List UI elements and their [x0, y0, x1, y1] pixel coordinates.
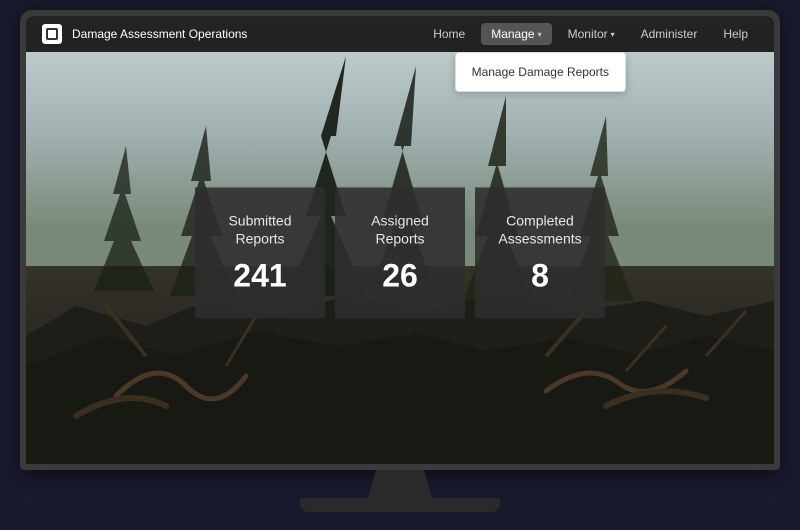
nav-help[interactable]: Help	[713, 23, 758, 45]
monitor-neck	[360, 470, 440, 498]
monitor-base	[300, 498, 500, 512]
app-title: Damage Assessment Operations	[72, 27, 423, 41]
navbar: Damage Assessment Operations Home Manage…	[26, 16, 774, 52]
manage-chevron-icon: ▾	[538, 30, 542, 39]
nav-manage[interactable]: Manage ▾	[481, 23, 551, 45]
monitor-chevron-icon: ▾	[611, 30, 615, 39]
logo-icon	[46, 28, 58, 40]
assigned-reports-label: Assigned Reports	[351, 211, 449, 247]
nav-links: Home Manage ▾ Monitor ▾ Administer Help	[423, 23, 758, 45]
submitted-reports-card: Submitted Reports 241	[195, 187, 325, 318]
monitor-frame: Damage Assessment Operations Home Manage…	[20, 10, 780, 470]
manage-dropdown: Manage Damage Reports	[455, 52, 626, 92]
assigned-reports-card: Assigned Reports 26	[335, 187, 465, 318]
assigned-reports-value: 26	[351, 258, 449, 295]
stats-container: Submitted Reports 241 Assigned Reports 2…	[195, 187, 605, 318]
completed-assessments-label: Completed Assessments	[491, 211, 589, 247]
completed-assessments-value: 8	[491, 258, 589, 295]
submitted-reports-value: 241	[211, 258, 309, 295]
completed-assessments-card: Completed Assessments 8	[475, 187, 605, 318]
screen: Damage Assessment Operations Home Manage…	[26, 16, 774, 464]
nav-monitor[interactable]: Monitor ▾	[558, 23, 625, 45]
nav-administer[interactable]: Administer	[631, 23, 708, 45]
app-logo	[42, 24, 62, 44]
manage-damage-reports-item[interactable]: Manage Damage Reports	[456, 57, 625, 87]
monitor-outer: Damage Assessment Operations Home Manage…	[20, 10, 780, 520]
nav-home[interactable]: Home	[423, 23, 475, 45]
submitted-reports-label: Submitted Reports	[211, 211, 309, 247]
